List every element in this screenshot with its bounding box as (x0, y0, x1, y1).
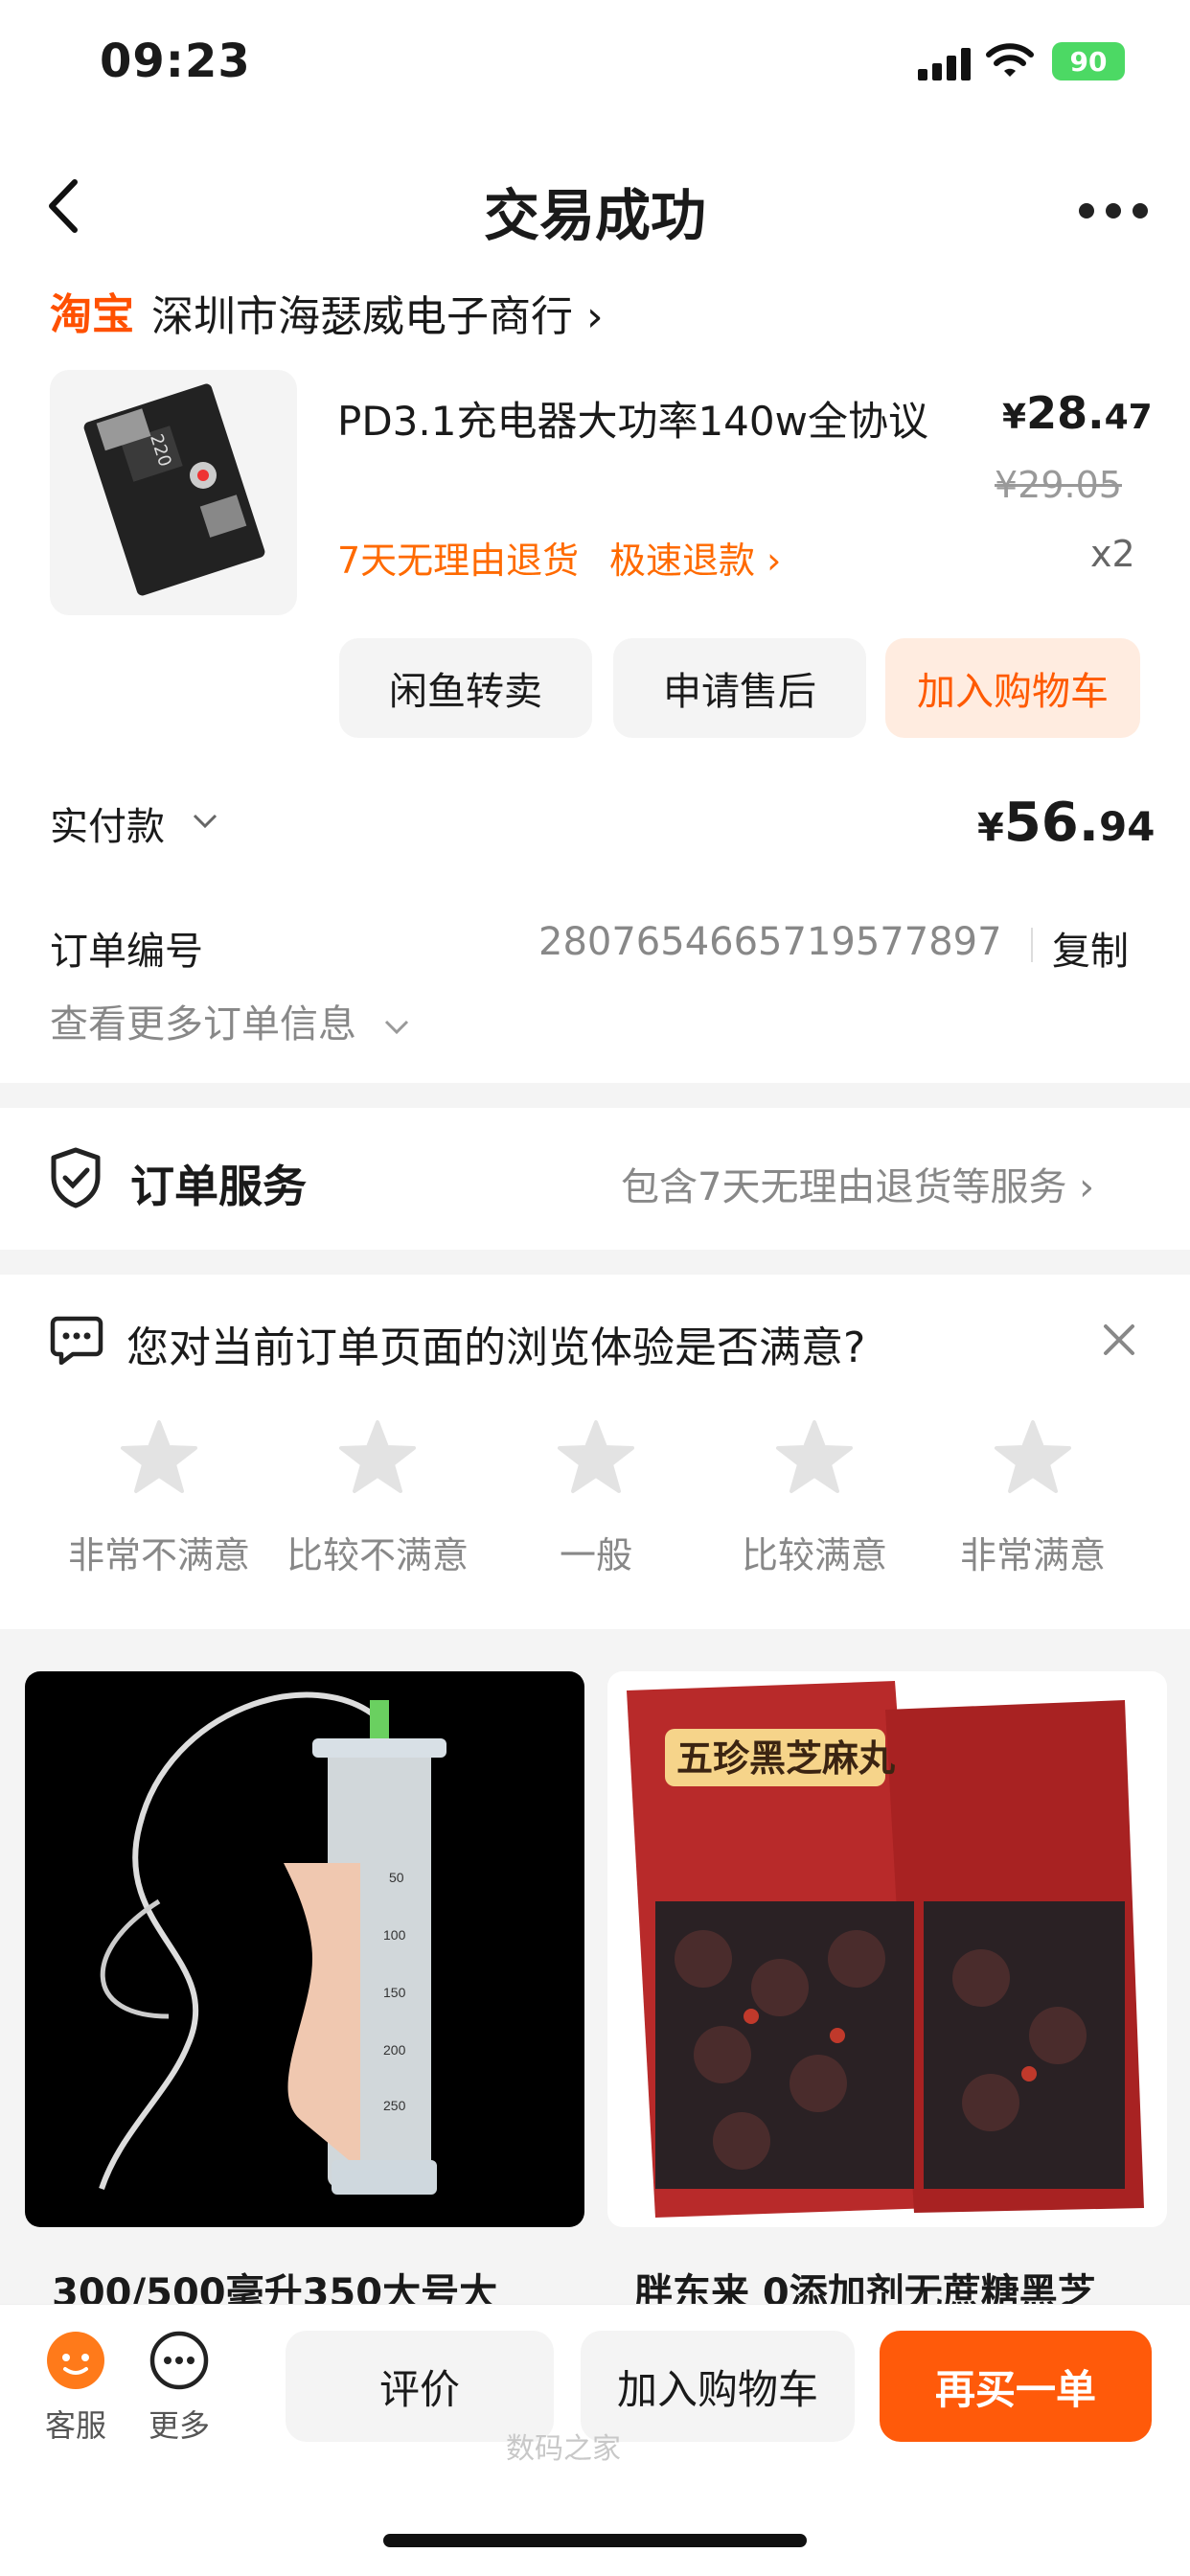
status-time: 09:23 (100, 34, 251, 88)
rating-option-label[interactable]: 比较满意 (709, 1526, 920, 1578)
taobao-logo: 淘宝 (50, 290, 134, 339)
separator (1031, 928, 1033, 962)
wifi-icon (986, 43, 1034, 77)
price-integer: 28. (1026, 387, 1105, 439)
recommendation-card-image[interactable]: 50 100 150 200 250 (25, 1671, 584, 2227)
syringe-mark-50: 50 (389, 1870, 404, 1885)
pack-label: 五珍黑芝麻丸 (676, 1737, 895, 1780)
view-more-order-info[interactable]: 查看更多订单信息 (50, 993, 411, 1048)
recommendation-card-image[interactable]: 五珍黑芝麻丸 (607, 1671, 1167, 2227)
battery-level: 90 (1069, 45, 1108, 78)
rating-star-icon[interactable] (993, 1416, 1073, 1497)
rating-option-label[interactable]: 非常不满意 (54, 1526, 264, 1578)
resell-button[interactable]: 闲鱼转卖 (339, 638, 592, 738)
view-more-label: 查看更多订单信息 (50, 1002, 356, 1046)
shield-check-icon (51, 1147, 101, 1208)
paid-decimal: 94 (1099, 803, 1156, 850)
original-price: ¥29.05 (995, 464, 1122, 506)
home-indicator[interactable] (383, 2534, 807, 2547)
paid-amount: ¥56.94 (977, 792, 1156, 854)
rating-star-icon[interactable] (556, 1416, 636, 1497)
cellular-signal-icon (918, 48, 972, 80)
more-options-icon[interactable] (1079, 203, 1148, 218)
more-icon[interactable] (148, 2329, 211, 2392)
page-title: 交易成功 (483, 183, 706, 248)
add-to-cart-button[interactable]: 加入购物车 (885, 638, 1140, 738)
product-price: ¥28.47 (1002, 387, 1153, 439)
chevron-down-icon (384, 1020, 408, 1035)
syringe-mark-250: 250 (383, 2098, 406, 2113)
price-symbol: ¥ (1002, 398, 1027, 437)
rebuy-button[interactable]: 再买一单 (880, 2331, 1152, 2442)
return-policy-tag: 7天无理由退货 (337, 540, 580, 582)
watermark: 数码之家 (506, 2432, 621, 2466)
paid-symbol: ¥ (977, 806, 1004, 850)
order-service-description[interactable]: 包含7天无理由退货等服务 › (621, 1156, 1094, 1211)
order-number-label: 订单编号 (50, 930, 203, 974)
price-decimal: 47 (1104, 398, 1153, 437)
more-label[interactable]: 更多 (131, 2402, 227, 2446)
survey-question: 您对当前订单页面的浏览体验是否满意? (126, 1323, 866, 1372)
section-divider (0, 1083, 1190, 1108)
rating-option-label[interactable]: 非常满意 (927, 1526, 1138, 1578)
after-sale-button[interactable]: 申请售后 (613, 638, 866, 738)
chat-bubble-icon (50, 1316, 103, 1365)
product-image[interactable]: 220 (50, 370, 297, 615)
product-title[interactable]: PD3.1充电器大功率140w全协议 (337, 389, 928, 448)
customer-service-icon[interactable] (44, 2329, 107, 2392)
paid-amount-label[interactable]: 实付款 (50, 795, 165, 851)
rating-star-icon[interactable] (119, 1416, 199, 1497)
add-to-cart-bottom-button[interactable]: 加入购物车 (581, 2331, 855, 2442)
rating-star-icon[interactable] (774, 1416, 855, 1497)
fast-refund-link[interactable]: 极速退款 › (609, 531, 781, 584)
order-number: 2807654665719577897 (538, 920, 1002, 964)
order-service-title[interactable]: 订单服务 (130, 1152, 307, 1215)
syringe-mark-150: 150 (383, 1985, 406, 2000)
rating-option-label[interactable]: 一般 (491, 1526, 701, 1578)
section-divider (0, 1250, 1190, 1275)
rating-star-icon[interactable] (337, 1416, 418, 1497)
product-quantity: x2 (1090, 533, 1135, 575)
close-icon[interactable] (1100, 1321, 1138, 1359)
chevron-down-icon[interactable] (192, 813, 218, 830)
customer-service-label[interactable]: 客服 (28, 2402, 124, 2446)
syringe-mark-100: 100 (383, 1927, 406, 1943)
shop-name-link[interactable]: 深圳市海瑟威电子商行 › (151, 282, 604, 343)
battery-icon: 90 (1052, 42, 1125, 80)
copy-button[interactable]: 复制 (1052, 920, 1129, 976)
paid-integer: 56. (1003, 792, 1100, 854)
rating-option-label[interactable]: 比较不满意 (272, 1526, 483, 1578)
syringe-mark-200: 200 (383, 2042, 406, 2058)
